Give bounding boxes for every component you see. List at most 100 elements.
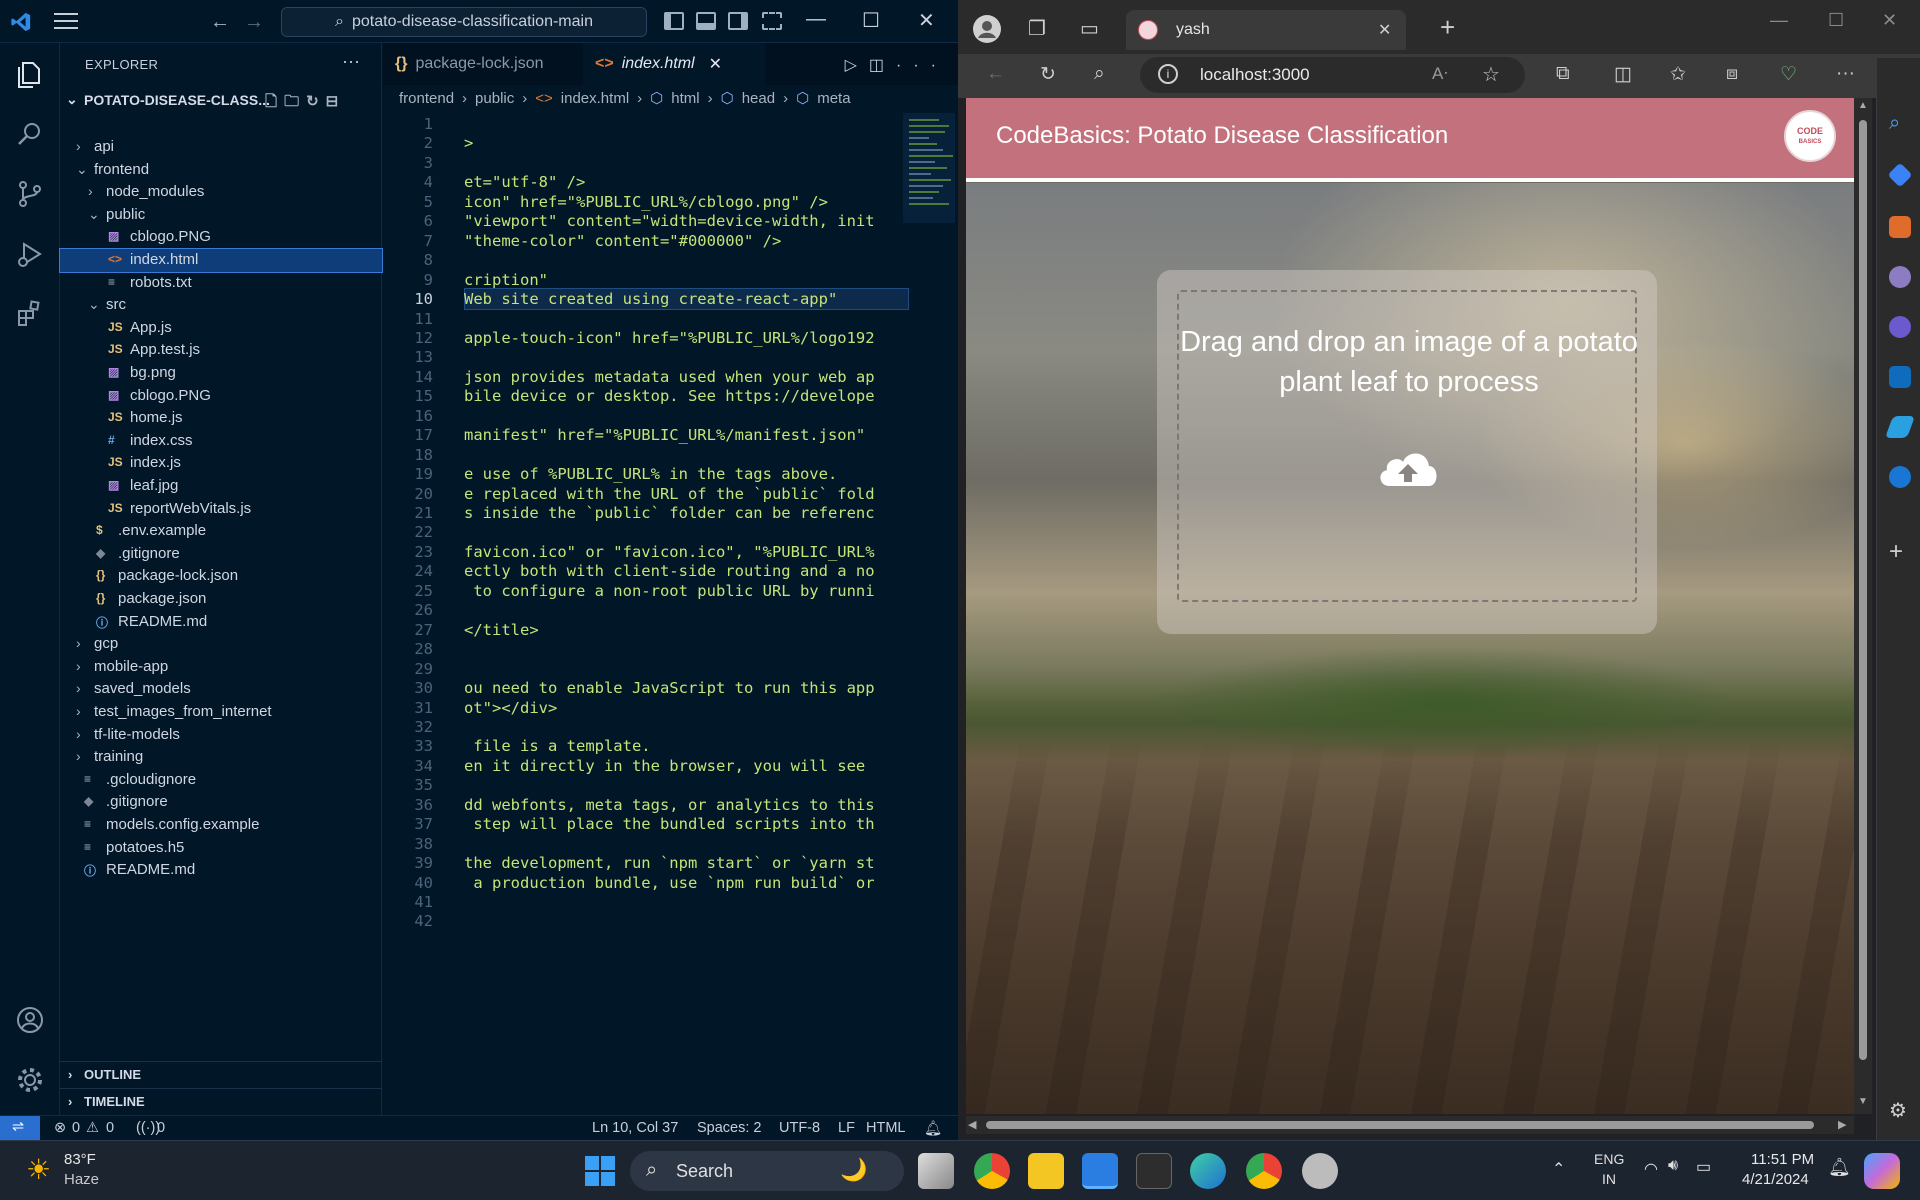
tree-file[interactable]: {} package.json [60, 588, 382, 611]
indent-setting[interactable]: Spaces: 2 [697, 1120, 762, 1136]
task-view-icon[interactable] [918, 1153, 954, 1189]
tree-folder[interactable]: › gcp [60, 633, 382, 656]
new-folder-icon[interactable]: 🗀 [284, 93, 306, 110]
clock-time[interactable]: 11:51 PM [1751, 1151, 1814, 1168]
toggle-primary-sidebar-icon[interactable] [664, 12, 684, 30]
explorer-icon[interactable] [15, 59, 45, 89]
eol[interactable]: LF [838, 1120, 855, 1136]
vertical-scrollbar[interactable]: ▲ ▼ [1854, 98, 1872, 1114]
copilot-icon[interactable] [1864, 1153, 1900, 1189]
extensions-icon[interactable] [15, 299, 45, 329]
breadcrumb-item[interactable]: head [742, 90, 775, 107]
tree-folder[interactable]: › saved_models [60, 678, 382, 701]
taskbar-search[interactable]: ⌕ Search 🌙 [630, 1151, 904, 1191]
weather-temp[interactable]: 83°F [64, 1151, 96, 1168]
weather-haze-icon[interactable]: ☀ [26, 1153, 51, 1186]
workspaces-icon[interactable]: ❐ [1028, 16, 1046, 41]
timeline-section[interactable]: › TIMELINE [60, 1088, 382, 1112]
tree-file[interactable]: ◆ .gitignore [60, 543, 382, 566]
tree-file[interactable]: ▨ cblogo.PNG [60, 385, 382, 408]
scroll-up-icon[interactable]: ▲ [1858, 100, 1868, 111]
favorites-icon[interactable]: ✩ [1670, 63, 1686, 86]
tree-file[interactable]: # index.css [60, 430, 382, 453]
tree-file[interactable]: JS reportWebVitals.js [60, 498, 382, 521]
telegram-icon[interactable] [1884, 416, 1916, 438]
collapse-all-icon[interactable]: ⊟ [326, 93, 346, 110]
breadcrumb-item[interactable]: meta [817, 90, 850, 107]
tree-file[interactable]: JS home.js [60, 407, 382, 430]
maximize-icon[interactable]: ☐ [1828, 10, 1844, 31]
tree-file[interactable]: JS App.js [60, 317, 382, 340]
encoding[interactable]: UTF-8 [779, 1120, 820, 1136]
games-icon[interactable] [1889, 266, 1911, 288]
collections-icon[interactable]: ⧈ [1726, 63, 1738, 85]
more-actions-icon[interactable]: ··· [896, 57, 948, 74]
scroll-down-icon[interactable]: ▼ [1858, 1096, 1868, 1107]
shopping-tag-icon[interactable] [1887, 162, 1913, 188]
scroll-left-icon[interactable]: ◀ [968, 1118, 976, 1131]
vscode-taskbar-icon[interactable] [1082, 1153, 1118, 1189]
tree-file[interactable]: ≡ robots.txt [60, 272, 382, 295]
tree-file[interactable]: ⓘ README.md [60, 859, 382, 882]
microsoft-365-icon[interactable] [1889, 316, 1911, 338]
tree-file[interactable]: JS index.js [60, 452, 382, 475]
new-tab-icon[interactable]: + [1440, 12, 1455, 43]
tree-file[interactable]: ▨ leaf.jpg [60, 475, 382, 498]
edge-taskbar-icon[interactable] [1190, 1153, 1226, 1189]
favorite-star-icon[interactable]: ☆ [1482, 62, 1500, 87]
split-editor-icon[interactable]: ◫ [869, 57, 896, 74]
back-arrow-icon[interactable]: ← [210, 11, 230, 34]
notifications-icon[interactable]: 🔔︎ [1828, 1157, 1851, 1178]
site-info-icon[interactable]: i [1158, 64, 1178, 84]
warning-icon[interactable]: ⚠ [86, 1120, 99, 1136]
app-icon[interactable] [1302, 1153, 1338, 1189]
remote-indicator[interactable]: ⇌ [0, 1116, 40, 1141]
more-options-icon[interactable]: ··· [1836, 63, 1855, 85]
tree-file[interactable]: JS App.test.js [60, 339, 382, 362]
back-arrow-icon[interactable]: ← [986, 63, 1005, 85]
toggle-secondary-sidebar-icon[interactable] [728, 12, 748, 30]
minimize-icon[interactable]: — [806, 8, 826, 31]
search-icon[interactable] [15, 119, 45, 149]
code-editor[interactable]: 1 2 >3 4 et="utf-8" /> 5 icon" href="%PUBLIC_U… [383, 115, 913, 1115]
refresh-icon[interactable]: ↻ [1040, 63, 1056, 86]
tree-folder[interactable]: › mobile-app [60, 656, 382, 679]
close-tab-icon[interactable]: ✕ [1378, 20, 1391, 40]
dropzone[interactable]: Drag and drop an image of a potato plant… [1177, 290, 1638, 602]
close-icon[interactable]: ✕ [918, 8, 935, 33]
tree-folder[interactable]: › test_images_from_internet [60, 701, 382, 724]
refresh-icon[interactable]: ↻ [306, 93, 326, 110]
terminal-icon[interactable] [1136, 1153, 1172, 1189]
tree-file[interactable]: ⓘ README.md [60, 611, 382, 634]
language-mode[interactable]: HTML [866, 1120, 905, 1136]
more-actions-icon[interactable]: ··· [342, 51, 360, 72]
tree-file[interactable]: ◆ .gitignore [60, 791, 382, 814]
scrollbar-thumb[interactable] [986, 1121, 1814, 1129]
tree-folder[interactable]: › tf-lite-models [60, 724, 382, 747]
tree-file[interactable]: <> index.html [59, 248, 383, 273]
cursor-position[interactable]: Ln 10, Col 37 [592, 1120, 678, 1136]
bell-icon[interactable]: 🔔︎ [924, 1120, 942, 1137]
breadcrumb-item[interactable]: frontend [399, 90, 454, 107]
run-debug-icon[interactable] [15, 239, 45, 269]
account-icon[interactable] [15, 1005, 45, 1035]
settings-gear-icon[interactable] [15, 1065, 45, 1095]
tree-file[interactable]: ≡ models.config.example [60, 814, 382, 837]
tree-file[interactable]: $ .env.example [60, 520, 382, 543]
breadcrumb-item[interactable]: html [671, 90, 699, 107]
breadcrumb-item[interactable]: index.html [561, 90, 629, 107]
tab-package-lock[interactable]: {} package-lock.json [383, 43, 583, 85]
chrome-icon[interactable] [1246, 1153, 1282, 1189]
tree-file[interactable]: ▨ bg.png [60, 362, 382, 385]
search-icon[interactable]: ⌕ [1889, 112, 1900, 135]
chevron-up-icon[interactable]: ⌃ [1552, 1159, 1565, 1179]
forward-arrow-icon[interactable]: → [244, 11, 264, 34]
project-header[interactable]: ⌄ POTATO-DISEASE-CLASS... 🗋🗀↻⊟ [60, 87, 382, 113]
read-aloud-icon[interactable]: Aᐧ [1432, 64, 1448, 84]
source-control-icon[interactable] [15, 179, 45, 209]
tree-folder[interactable]: › node_modules [60, 181, 382, 204]
customize-layout-icon[interactable] [762, 12, 782, 30]
skype-icon[interactable] [1889, 466, 1911, 488]
search-icon[interactable]: ⌕ [1094, 63, 1105, 85]
tools-icon[interactable] [1889, 216, 1911, 238]
